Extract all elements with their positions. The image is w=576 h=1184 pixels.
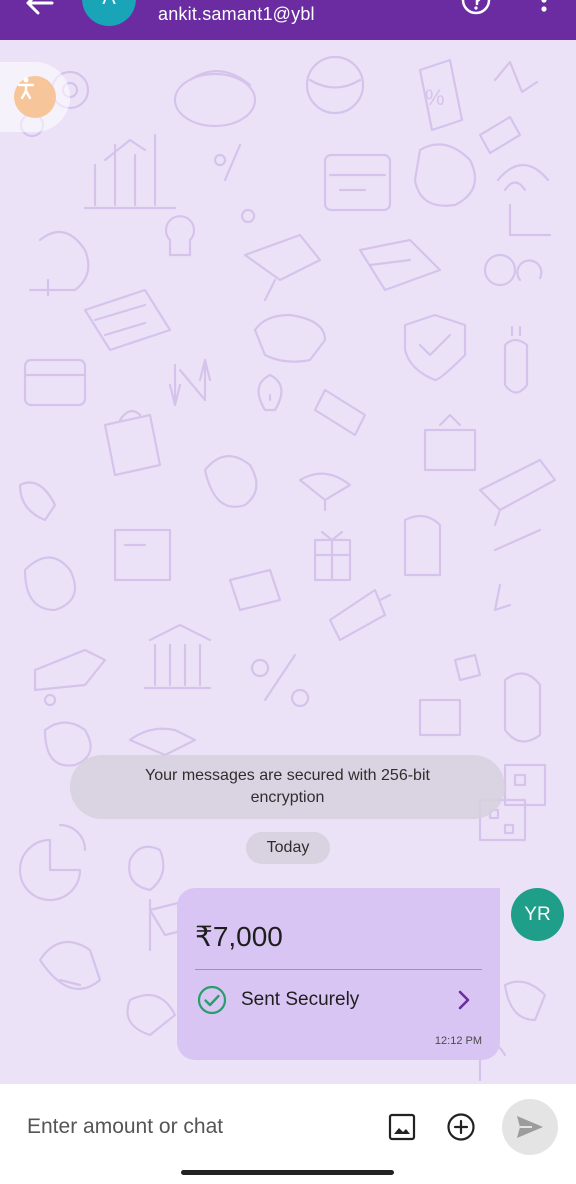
contact-avatar[interactable]: A [82,0,136,26]
composer-bar [0,1084,576,1184]
contact-upi-id[interactable]: ankit.samant1@ybl [158,4,315,25]
home-indicator[interactable] [181,1170,394,1175]
payment-status: Sent Securely [241,989,360,1010]
date-chip: Today [246,832,330,864]
send-button[interactable] [502,1099,558,1155]
more-vertical-icon[interactable] [534,0,554,14]
sender-avatar: YR [511,888,564,941]
chevron-right-icon[interactable] [455,989,473,1011]
svg-text:%: % [425,85,445,110]
send-icon [517,1116,543,1138]
accessibility-icon [17,77,35,100]
message-time: 12:12 PM [434,1035,482,1047]
gallery-icon[interactable] [388,1113,416,1141]
check-circle-icon [197,985,227,1015]
chat-input[interactable] [27,1112,367,1142]
encryption-notice: Your messages are secured with 256-bit e… [70,755,505,819]
payment-amount: ₹7,000 [195,921,283,952]
add-circle-icon[interactable] [446,1112,476,1142]
help-icon[interactable] [460,0,492,16]
bubble-divider [195,969,482,970]
back-arrow-icon[interactable] [22,0,56,20]
chat-header: A ankit.samant1@ybl [0,0,576,40]
accessibility-button[interactable] [14,76,56,118]
payment-bubble[interactable]: ₹7,000 Sent Securely 12:12 PM [177,888,500,1060]
accessibility-tab [0,62,70,132]
